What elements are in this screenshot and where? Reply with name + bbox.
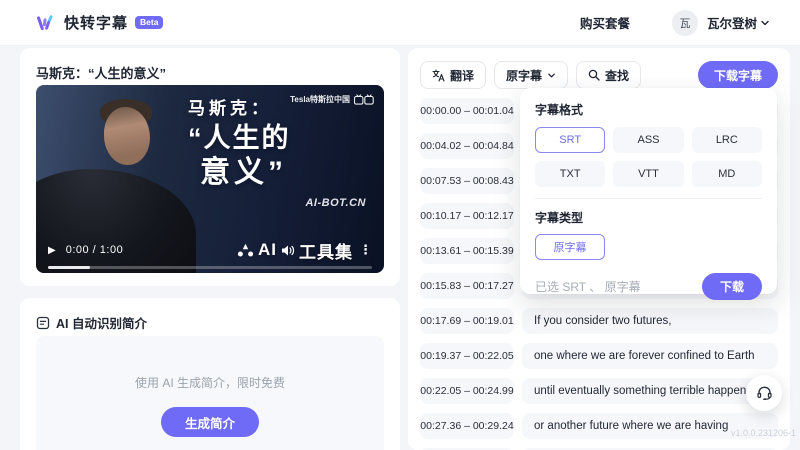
app-logo[interactable]: 快转字幕 Beta	[34, 12, 163, 34]
subtitle-timestamp[interactable]: 00:15.83 – 00:17.27	[420, 273, 514, 299]
download-subtitles-button[interactable]: 下载字幕	[698, 61, 778, 89]
format-options: SRT ASS LRC TXT VTT MD	[535, 127, 762, 187]
subtitle-timestamp[interactable]: 00:00.00 – 00:01.04	[420, 98, 514, 124]
beta-badge: Beta	[135, 16, 163, 29]
format-option-ass[interactable]: ASS	[613, 127, 683, 153]
app-header: 快转字幕 Beta 购买套餐 瓦 瓦尔登树	[0, 0, 800, 46]
thumbnail-title: 马斯克： “人生的 意义”	[188, 99, 291, 190]
type-section-title: 字幕类型	[535, 209, 762, 226]
site-watermark: AI-BOT.CN	[305, 197, 366, 209]
chevron-down-icon	[547, 71, 556, 80]
find-button[interactable]: 查找	[576, 61, 641, 89]
subtitles-toolbar: 翻译 原字幕 查找 下载字幕	[408, 48, 790, 89]
toolset-logo-icon	[237, 243, 254, 258]
logo-icon	[34, 12, 56, 34]
play-icon[interactable]: ▶	[48, 245, 56, 256]
panel-divider	[535, 198, 762, 199]
translate-icon	[432, 69, 445, 82]
subtitle-timestamp[interactable]: 00:07.53 – 00:08.43	[420, 168, 514, 194]
subtitle-text[interactable]: one where we are forever confined to Ear…	[522, 343, 778, 369]
video-progress-fill	[48, 266, 90, 269]
track-select-dropdown[interactable]: 原字幕	[494, 61, 568, 89]
type-options: 原字幕	[535, 234, 762, 260]
format-option-vtt[interactable]: VTT	[613, 161, 683, 187]
selected-summary: 已选 SRT 、 原字幕	[535, 278, 641, 295]
chevron-down-icon[interactable]	[760, 18, 770, 28]
subtitle-timestamp[interactable]: 00:19.37 – 00:22.05	[420, 343, 514, 369]
subtitle-timestamp[interactable]: 00:13.61 – 00:15.39	[420, 238, 514, 264]
player-menu-icon[interactable]: ⋮	[359, 242, 372, 258]
ai-intro-title: AI 自动识别简介	[56, 313, 147, 332]
subtitle-timestamp[interactable]: 00:17.69 – 00:19.01	[420, 308, 514, 334]
bilibili-icon	[354, 94, 374, 105]
download-panel: 字幕格式 SRT ASS LRC TXT VTT MD 字幕类型 原字幕 已选 SRT 、…	[520, 88, 777, 294]
confirm-download-button[interactable]: 下载	[702, 273, 762, 300]
subtitle-text[interactable]: until eventually something terrible happ…	[522, 378, 778, 404]
type-option-original[interactable]: 原字幕	[535, 234, 605, 260]
subtitle-text[interactable]: If you consider two futures,	[522, 308, 778, 334]
video-progress-bar[interactable]	[48, 266, 372, 269]
subtitle-timestamp[interactable]: 00:10.17 – 00:12.17	[420, 203, 514, 229]
subtitle-row: 00:19.37 – 00:22.05 one where we are fore…	[420, 343, 778, 369]
logo-text: 快转字幕	[64, 12, 128, 33]
player-controls: ▶ 0:00 / 1:00 AI	[36, 237, 384, 263]
avatar[interactable]: 瓦	[672, 10, 698, 36]
subtitle-row: 00:22.05 – 00:24.99 until eventually some…	[420, 378, 778, 404]
translate-button[interactable]: 翻译	[420, 61, 486, 89]
video-player[interactable]: 马斯克： “人生的 意义” Tesla特斯拉中国 AI-BOT.CN ▶ 0:0…	[36, 85, 384, 273]
time-display: 0:00 / 1:00	[66, 244, 124, 256]
format-option-srt[interactable]: SRT	[535, 127, 605, 153]
format-option-txt[interactable]: TXT	[535, 161, 605, 187]
subtitle-timestamp[interactable]: 00:04.02 – 00:04.84	[420, 133, 514, 159]
buy-plan-link[interactable]: 购买套餐	[580, 13, 630, 32]
video-card: 马斯克：“人生的意义” 马斯克： “人生的 意义” Tesla特斯拉中国 AI-…	[20, 48, 400, 286]
format-section-title: 字幕格式	[535, 101, 762, 118]
format-option-md[interactable]: MD	[692, 161, 762, 187]
format-option-lrc[interactable]: LRC	[692, 127, 762, 153]
ai-intro-hint: 使用 AI 生成简介，限时免费	[135, 374, 285, 391]
channel-watermark: Tesla特斯拉中国	[290, 94, 374, 105]
support-fab[interactable]	[746, 375, 782, 411]
subtitle-row: 00:17.69 – 00:19.01 If you consider two f…	[420, 308, 778, 334]
video-title: 马斯克：“人生的意义”	[20, 48, 400, 82]
brand-watermark-right: 工具集	[299, 238, 353, 263]
generate-intro-button[interactable]: 生成简介	[161, 407, 259, 437]
subtitle-timestamp[interactable]: 00:22.05 – 00:24.99	[420, 378, 514, 404]
username[interactable]: 瓦尔登树	[707, 13, 757, 32]
brand-watermark-left: AI	[258, 240, 277, 260]
note-icon	[36, 316, 50, 330]
volume-icon[interactable]	[281, 244, 295, 257]
headset-icon	[756, 385, 773, 402]
subtitle-timestamp[interactable]: 00:27.36 – 00:29.24	[420, 413, 514, 439]
search-icon	[588, 69, 600, 81]
ai-intro-card: AI 自动识别简介 使用 AI 生成简介，限时免费 生成简介	[20, 298, 400, 450]
subtitle-row: 00:27.36 – 00:29.24or another future whe…	[420, 413, 778, 439]
ai-intro-box: 使用 AI 生成简介，限时免费 生成简介	[36, 336, 384, 450]
app-version: v1.0.0.231206-1	[731, 428, 796, 438]
